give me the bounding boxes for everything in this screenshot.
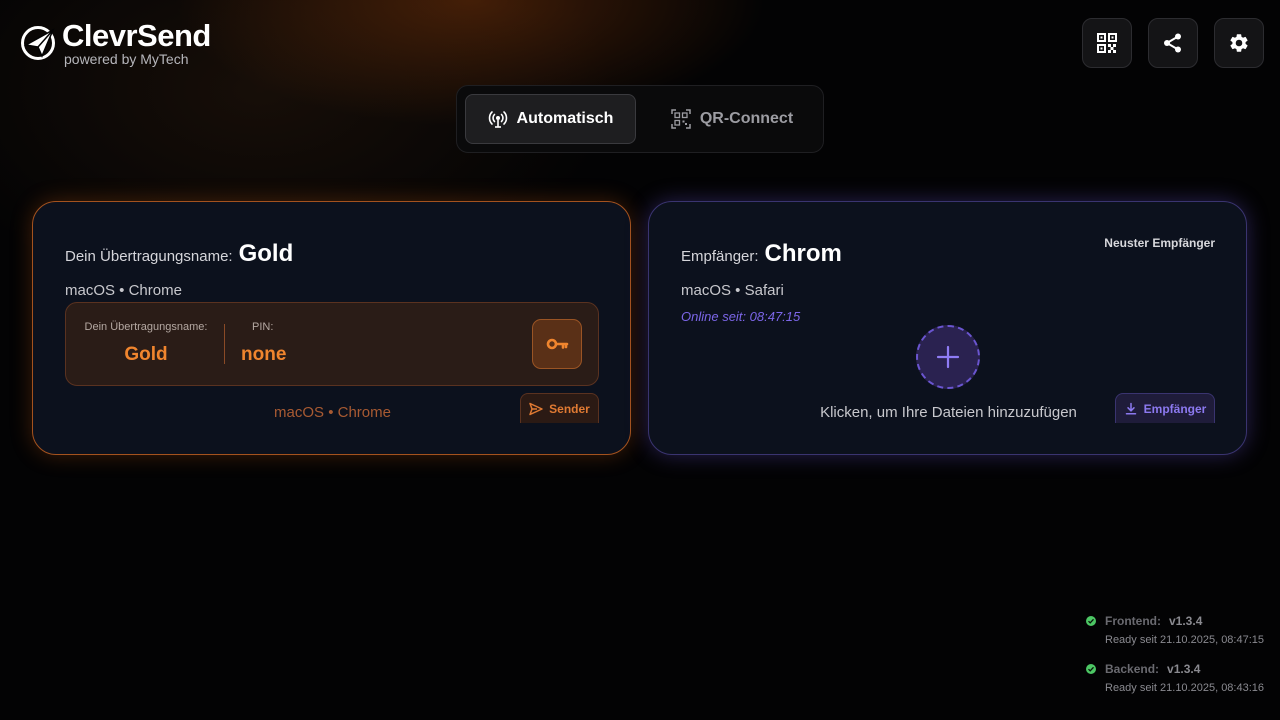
sender-name-label: Dein Übertragungsname: xyxy=(65,248,233,265)
sender-name-value: Gold xyxy=(238,240,294,267)
info-divider xyxy=(224,324,225,364)
newest-receiver-badge: Neuster Empfänger xyxy=(1104,236,1215,250)
share-button[interactable] xyxy=(1148,18,1198,68)
tab-qr-connect[interactable]: QR-Connect xyxy=(657,94,807,144)
receiver-name-value: Chrom xyxy=(764,240,842,267)
gear-icon xyxy=(1230,34,1248,52)
receiver-name-label: Empfänger: xyxy=(681,248,759,265)
frontend-version: v1.3.4 xyxy=(1169,614,1203,628)
sender-heading: Dein Übertragungsname: Gold xyxy=(65,240,293,268)
frontend-status: Frontend: v1.3.4 Ready seit 21.10.2025, … xyxy=(1086,614,1264,646)
receiver-heading: Empfänger: Chrom xyxy=(681,240,842,268)
info-name-value: Gold xyxy=(124,344,168,365)
tab-automatisch[interactable]: Automatisch xyxy=(465,94,636,144)
settings-button[interactable] xyxy=(1214,18,1264,68)
info-name-label: Dein Übertragungsname: xyxy=(84,321,208,333)
qr-code-button[interactable] xyxy=(1082,18,1132,68)
backend-version: v1.3.4 xyxy=(1167,662,1201,676)
sender-info-box: Dein Übertragungsname: Gold PIN: none xyxy=(65,302,599,386)
add-files-button[interactable] xyxy=(916,325,980,389)
check-circle-icon xyxy=(1086,664,1096,674)
receiver-role-tab[interactable]: Empfänger xyxy=(1115,393,1215,423)
download-icon xyxy=(1125,402,1136,415)
sender-card: Dein Übertragungsname: Gold macOS • Chro… xyxy=(32,201,631,455)
send-icon xyxy=(529,402,543,415)
check-circle-icon xyxy=(1086,616,1096,626)
frontend-ready: Ready seit 21.10.2025, 08:47:15 xyxy=(1105,634,1265,646)
qr-scan-icon xyxy=(671,109,691,129)
key-icon xyxy=(546,338,569,350)
pin-key-button[interactable] xyxy=(532,319,582,369)
share-icon xyxy=(1164,33,1181,53)
tab-qr-connect-label: QR-Connect xyxy=(699,110,794,127)
receiver-online-since: Online seit: 08:47:15 xyxy=(681,309,801,324)
tab-automatisch-label: Automatisch xyxy=(516,110,614,127)
qr-code-icon xyxy=(1097,33,1117,53)
backend-status: Backend: v1.3.4 Ready seit 21.10.2025, 0… xyxy=(1086,662,1264,694)
sender-role-label: Sender xyxy=(549,401,590,416)
paper-plane-logo-icon xyxy=(21,26,55,60)
sender-role-tab[interactable]: Sender xyxy=(520,393,599,423)
app-logo: ClevrSend powered by MyTech xyxy=(20,20,211,66)
app-title: ClevrSend xyxy=(62,18,211,53)
mode-switch: Automatisch QR-Connect xyxy=(456,85,824,153)
receiver-card: Neuster Empfänger Empfänger: Chrom macOS… xyxy=(648,201,1247,455)
broadcast-icon xyxy=(488,111,507,128)
frontend-label: Frontend: xyxy=(1105,614,1161,628)
plus-icon xyxy=(936,345,960,369)
app-subtitle: powered by MyTech xyxy=(64,51,189,67)
pin-label: PIN: xyxy=(252,321,274,333)
pin-value: none xyxy=(241,344,287,365)
backend-ready: Ready seit 21.10.2025, 08:43:16 xyxy=(1105,682,1265,694)
receiver-device: macOS • Safari xyxy=(681,282,784,299)
sender-device: macOS • Chrome xyxy=(65,282,182,299)
receiver-role-label: Empfänger xyxy=(1143,401,1207,416)
backend-label: Backend: xyxy=(1105,662,1160,676)
